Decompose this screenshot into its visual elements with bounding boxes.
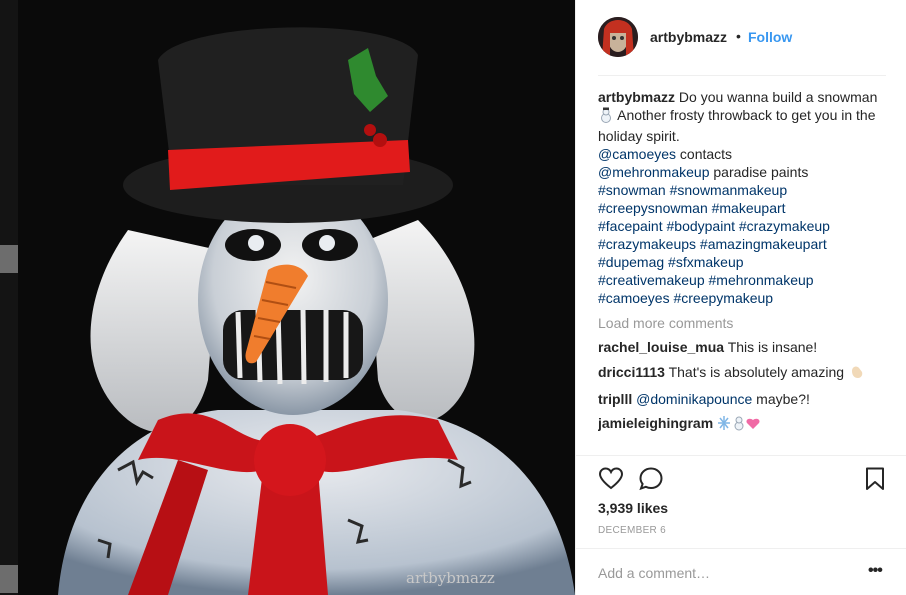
comment: dricci1113 That's is absolutely amazing [598,362,888,384]
hashtag-line[interactable]: #camoeyes #creepymakeup [598,289,888,307]
post-header: artbybmazz • Follow [576,0,906,75]
follow-button[interactable]: Follow [748,29,792,45]
credit-text: paradise paints [709,164,809,180]
caption-credit-line: @camoeyes contacts [598,145,888,163]
heart-icon[interactable] [598,466,624,492]
comments-list[interactable]: artbybmazz Do you wanna build a snowman … [598,88,888,452]
comment-bubble-icon[interactable] [638,466,664,492]
comments-fade [598,445,888,455]
add-comment-input[interactable] [598,563,848,583]
more-options-icon[interactable]: ••• [868,562,888,582]
caption-credit-line: @mehronmakeup paradise paints [598,163,888,181]
header-username[interactable]: artbybmazz [650,29,727,45]
action-bar [576,455,906,500]
comment-mention[interactable]: @dominikapounce [636,391,752,407]
clapping-hands-emoji-icon [848,362,866,384]
comment-text: That's is absolutely amazing [668,364,845,380]
comment: jamieleighingram [598,414,888,435]
hashtag-line[interactable]: #snowman #snowmanmakeup [598,181,888,199]
caption-username[interactable]: artbybmazz [598,89,675,105]
bookmark-icon[interactable] [862,466,888,492]
watermark: artbybmazz [406,569,495,587]
header-divider [598,75,886,76]
post-date[interactable]: DECEMBER 6 [598,525,666,536]
previous-post-tab-lower[interactable] [0,565,18,593]
comment: triplll @dominikapounce maybe?! [598,390,888,408]
comment-username[interactable]: triplll [598,391,632,407]
snowflake-snowman-heart-emoji-icon [717,415,761,435]
post-details-panel: artbybmazz • Follow artbybmazz Do you wa… [575,0,906,595]
previous-post-gutter [0,0,18,595]
snowman-emoji-icon [598,107,614,127]
comment: rachel_louise_mua This is insane! [598,338,888,356]
hashtag-line[interactable]: #dupemag #sfxmakeup [598,253,888,271]
header-separator: • [736,28,741,44]
comment-username[interactable]: jamieleighingram [598,415,713,431]
hashtag-line[interactable]: #crazymakeups #amazingmakeupart [598,235,888,253]
previous-post-tab[interactable] [0,245,18,273]
hashtag-line[interactable]: #creepysnowman #makeupart [598,199,888,217]
hashtag-line[interactable]: #facepaint #bodypaint #crazymakeup [598,217,888,235]
add-comment-bar: ••• [576,548,906,595]
avatar[interactable] [598,17,638,57]
snowman-makeup-image: artbybmazz [18,0,575,595]
hashtag-line[interactable]: #creativemakeup #mehronmakeup [598,271,888,289]
caption: artbybmazz Do you wanna build a snowman … [598,88,888,307]
mention-link[interactable]: @mehronmakeup [598,164,710,180]
caption-text-continued: Another frosty throwback to get you in t… [598,107,876,144]
credit-text: contacts [676,146,733,162]
comment-text: This is insane! [727,339,818,355]
load-more-comments-button[interactable]: Load more comments [598,314,888,332]
comment-username[interactable]: dricci1113 [598,364,665,380]
comment-username[interactable]: rachel_louise_mua [598,339,724,355]
post-photo[interactable]: artbybmazz [18,0,575,595]
caption-text: Do you wanna build a snowman [678,89,878,105]
mention-link[interactable]: @camoeyes [598,146,676,162]
comment-text: maybe?! [752,391,810,407]
likes-count[interactable]: 3,939 likes [598,500,668,516]
